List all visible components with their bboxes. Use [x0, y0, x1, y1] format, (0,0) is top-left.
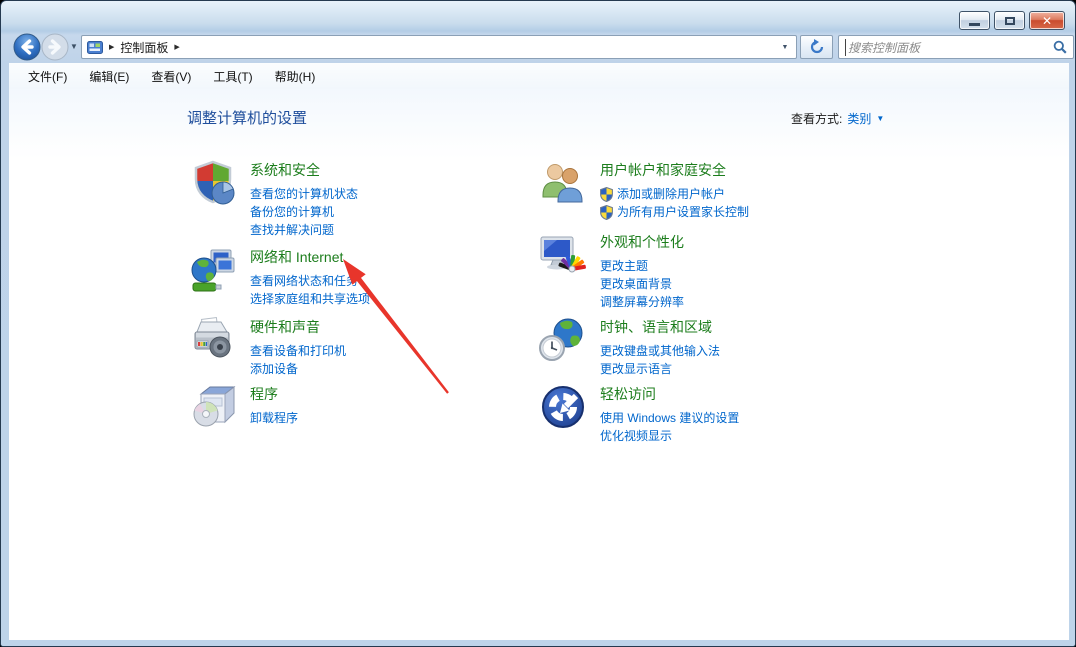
view-by-dropdown-icon[interactable]: ▼ [876, 114, 884, 123]
breadcrumb-arrow-icon[interactable]: ▶ [109, 43, 114, 51]
view-by-label: 查看方式: [791, 110, 842, 127]
system-security-icon[interactable] [189, 159, 237, 207]
category-user-accounts: 用户帐户和家庭安全 添加或删除用户帐户 [539, 159, 749, 221]
hardware-sound-icon[interactable] [189, 316, 237, 364]
link-add-remove-accounts[interactable]: 添加或删除用户帐户 [600, 185, 749, 203]
refresh-icon [809, 39, 825, 55]
programs-icon[interactable] [189, 383, 237, 431]
search-icon[interactable] [1053, 40, 1067, 54]
maximize-button[interactable] [994, 11, 1025, 30]
forward-button[interactable] [41, 33, 69, 61]
menu-help[interactable]: 帮助(H) [264, 64, 327, 89]
category-hardware-sound: 硬件和声音 查看设备和打印机 添加设备 [189, 316, 346, 378]
link-devices-printers[interactable]: 查看设备和打印机 [250, 342, 346, 360]
link-parental-controls[interactable]: 为所有用户设置家长控制 [600, 203, 749, 221]
clock-language-region-icon[interactable] [539, 316, 587, 364]
back-button[interactable] [13, 33, 41, 61]
link-homegroup-sharing[interactable]: 选择家庭组和共享选项 [250, 290, 370, 308]
link-label: 添加或删除用户帐户 [617, 185, 725, 203]
link-computer-status[interactable]: 查看您的计算机状态 [250, 185, 358, 203]
forward-icon [41, 33, 69, 61]
category-title-network-internet[interactable]: 网络和 Internet [250, 247, 370, 267]
search-box[interactable]: 搜索控制面板 [838, 35, 1074, 59]
menu-tools[interactable]: 工具(T) [202, 64, 263, 89]
link-uninstall-program[interactable]: 卸载程序 [250, 409, 298, 427]
link-change-theme[interactable]: 更改主题 [600, 257, 684, 275]
breadcrumb-control-panel[interactable]: 控制面板 [120, 39, 168, 56]
link-change-desktop-background[interactable]: 更改桌面背景 [600, 275, 684, 293]
link-optimize-visual-display[interactable]: 优化视频显示 [600, 427, 739, 445]
minimize-button[interactable] [959, 11, 990, 30]
category-ease-of-access: 轻松访问 使用 Windows 建议的设置 优化视频显示 [539, 383, 739, 445]
category-title-hardware-sound[interactable]: 硬件和声音 [250, 317, 346, 337]
menu-bar: 文件(F) 编辑(E) 查看(V) 工具(T) 帮助(H) [9, 63, 1069, 89]
category-network-internet: 网络和 Internet 查看网络状态和任务 选择家庭组和共享选项 [189, 246, 370, 308]
link-adjust-resolution[interactable]: 调整屏幕分辨率 [600, 293, 684, 311]
link-backup-computer[interactable]: 备份您的计算机 [250, 203, 358, 221]
link-find-fix-problems[interactable]: 查找并解决问题 [250, 221, 358, 239]
category-title-ease-of-access[interactable]: 轻松访问 [600, 384, 739, 404]
category-programs: 程序 卸载程序 [189, 383, 298, 431]
link-change-keyboards[interactable]: 更改键盘或其他输入法 [600, 342, 720, 360]
refresh-button[interactable] [800, 35, 833, 59]
category-title-user-accounts[interactable]: 用户帐户和家庭安全 [600, 160, 749, 180]
user-accounts-icon[interactable] [539, 159, 587, 207]
view-by-control: 查看方式: 类别 ▼ [791, 110, 884, 127]
address-bar[interactable]: ▶ 控制面板 ▶ ▼ [81, 35, 797, 59]
ease-of-access-icon[interactable] [539, 383, 587, 431]
uac-shield-icon [600, 187, 613, 202]
uac-shield-icon [600, 205, 613, 220]
link-network-status[interactable]: 查看网络状态和任务 [250, 272, 370, 290]
recent-pages-chevron-icon[interactable]: ▼ [70, 42, 78, 51]
navigation-bar: ▼ ▶ 控制面板 ▶ ▼ 搜索控制面板 [9, 31, 1069, 63]
address-dropdown-icon[interactable]: ▼ [774, 36, 796, 58]
close-button[interactable]: ✕ [1029, 11, 1065, 30]
close-icon: ✕ [1042, 14, 1052, 28]
menu-view[interactable]: 查看(V) [140, 64, 202, 89]
link-suggested-settings[interactable]: 使用 Windows 建议的设置 [600, 409, 739, 427]
back-icon [13, 33, 41, 61]
category-clock-region: 时钟、语言和区域 更改键盘或其他输入法 更改显示语言 [539, 316, 720, 378]
control-panel-icon [87, 41, 103, 54]
maximize-icon [1005, 17, 1015, 25]
link-add-device[interactable]: 添加设备 [250, 360, 346, 378]
control-panel-window: ✕ ▼ ▶ 控 [0, 0, 1076, 647]
category-title-appearance[interactable]: 外观和个性化 [600, 232, 684, 252]
category-appearance: 外观和个性化 更改主题 更改桌面背景 调整屏幕分辨率 [539, 231, 684, 311]
category-title-programs[interactable]: 程序 [250, 384, 298, 404]
menu-edit[interactable]: 编辑(E) [78, 64, 140, 89]
category-system-security: 系统和安全 查看您的计算机状态 备份您的计算机 查找并解决问题 [189, 159, 358, 239]
window-controls: ✕ [955, 11, 1065, 30]
search-placeholder: 搜索控制面板 [845, 39, 920, 56]
link-change-display-language[interactable]: 更改显示语言 [600, 360, 720, 378]
category-title-clock-region[interactable]: 时钟、语言和区域 [600, 317, 720, 337]
breadcrumb-arrow-icon[interactable]: ▶ [174, 43, 179, 51]
view-by-value[interactable]: 类别 [847, 110, 871, 127]
page-title: 调整计算机的设置 [187, 107, 307, 128]
network-internet-icon[interactable] [189, 246, 237, 294]
minimize-icon [969, 23, 980, 26]
category-title-system-security[interactable]: 系统和安全 [250, 160, 358, 180]
content-area: 调整计算机的设置 查看方式: 类别 ▼ 系统和安全 [9, 89, 1069, 640]
link-label: 为所有用户设置家长控制 [617, 203, 749, 221]
menu-file[interactable]: 文件(F) [17, 64, 78, 89]
appearance-icon[interactable] [539, 231, 587, 279]
